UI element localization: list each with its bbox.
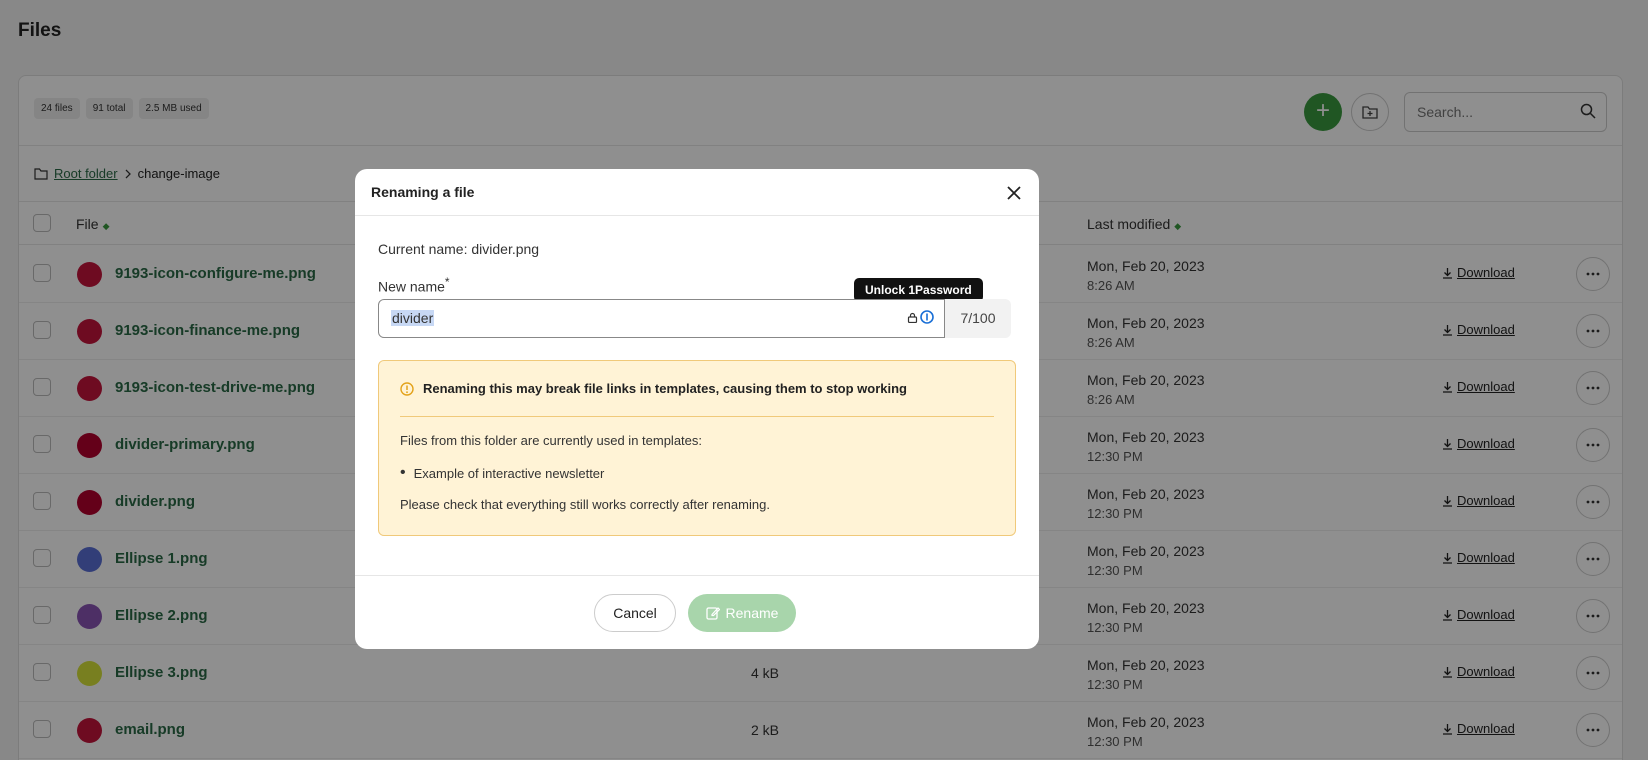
rename-dialog: Renaming a file Current name: divider.pn… [355, 169, 1039, 649]
dialog-header: Renaming a file [355, 169, 1039, 216]
warning-icon [400, 381, 414, 396]
warning-header: Renaming this may break file links in te… [400, 381, 907, 396]
new-name-field[interactable]: divider [378, 299, 945, 338]
new-name-label: New name* [378, 275, 450, 295]
edit-icon [705, 607, 720, 620]
rename-label: Rename [725, 605, 779, 621]
password-manager-icons[interactable] [907, 310, 934, 324]
new-name-label-text: New name [378, 278, 445, 295]
rename-button[interactable]: Rename [688, 594, 796, 632]
new-name-input[interactable]: divider [391, 310, 435, 326]
dialog-title: Renaming a file [371, 184, 475, 200]
warning-box: Renaming this may break file links in te… [378, 360, 1016, 536]
required-mark: * [444, 275, 450, 289]
close-icon [1007, 186, 1021, 200]
close-button[interactable] [1003, 182, 1025, 204]
bullet: • [400, 464, 406, 481]
warning-title: Renaming this may break file links in te… [423, 381, 907, 396]
template-name: Example of interactive newsletter [413, 466, 605, 481]
warning-footer: Please check that everything still works… [400, 497, 770, 512]
warning-list-item: • Example of interactive newsletter [400, 464, 605, 482]
warning-divider [400, 416, 994, 417]
current-name-text: Current name: divider.png [378, 241, 540, 257]
warning-text: Files from this folder are currently use… [400, 433, 703, 448]
lock-icon [907, 312, 918, 323]
dialog-footer: Cancel Rename [355, 575, 1039, 649]
character-counter: 7/100 [945, 299, 1011, 338]
cancel-button[interactable]: Cancel [594, 594, 676, 632]
password-manager-icon [920, 310, 934, 324]
